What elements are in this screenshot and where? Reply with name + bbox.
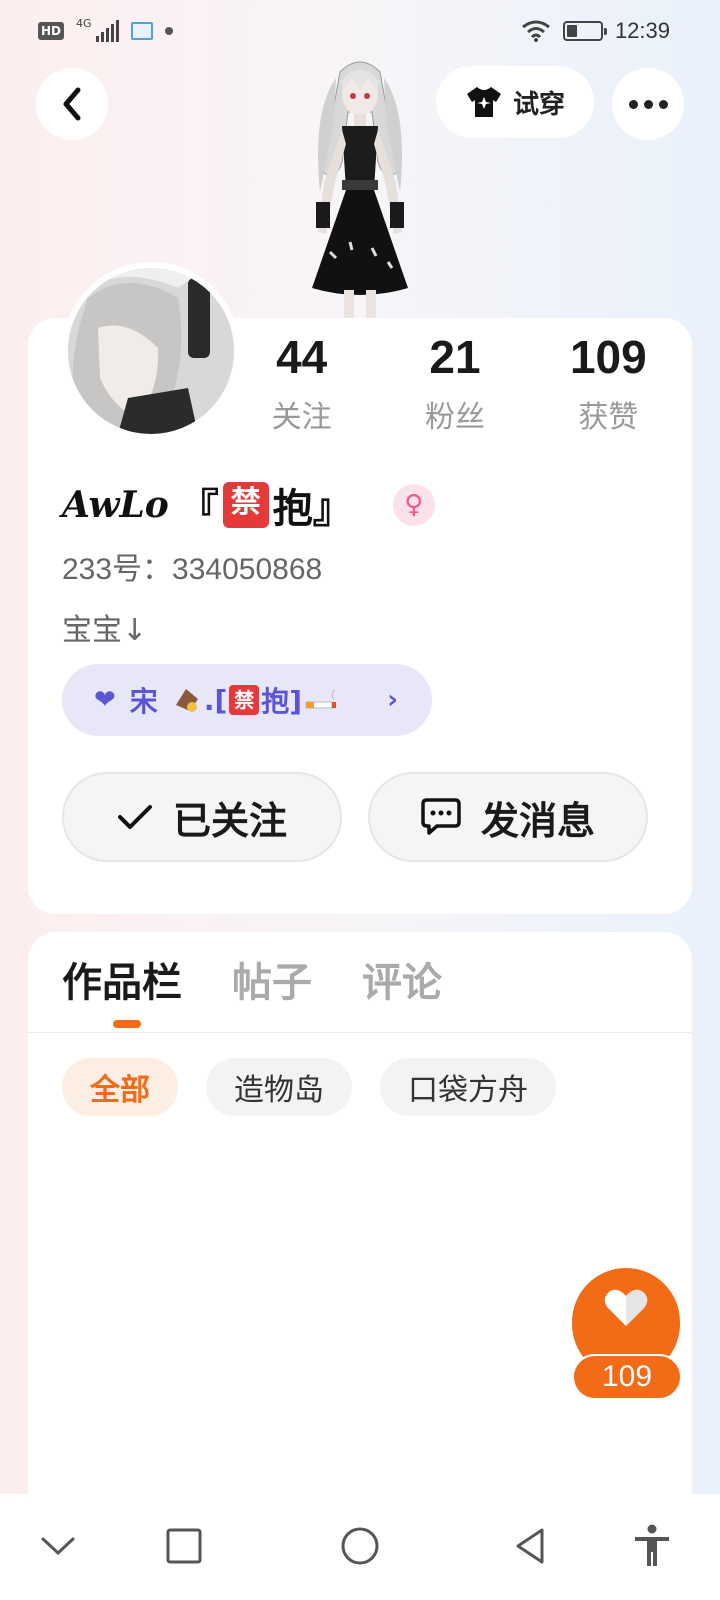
heart-icon: ❤ [94, 685, 116, 715]
circle-icon [341, 1527, 379, 1565]
user-id[interactable]: 233号：334050868 [62, 544, 322, 588]
username-row: AwLo 『 禁 抱』 ♀ [62, 476, 435, 534]
more-dot-icon [628, 99, 638, 109]
filter-creation-island[interactable]: 造物岛 [206, 1058, 352, 1116]
notification-dot-icon [164, 27, 173, 35]
active-tab-indicator [113, 1020, 141, 1028]
stat-likes[interactable]: 109 获赞 [532, 332, 685, 436]
signal-icon [95, 20, 119, 42]
ban-emoji-icon: 禁 [222, 482, 269, 528]
avatar[interactable] [62, 262, 240, 440]
stat-label: 获赞 [578, 400, 639, 435]
more-dot-icon [658, 99, 668, 109]
back-arrow-icon [63, 87, 81, 121]
tab-comments[interactable]: 评论 [362, 950, 442, 1008]
like-count[interactable]: 109 [572, 1354, 682, 1400]
filter-pocket-ark[interactable]: 口袋方舟 [380, 1058, 556, 1116]
guild-name-prefix: 宋 [129, 685, 158, 718]
status-right: 12:39 [521, 18, 670, 44]
heart-icon [604, 1289, 648, 1326]
nav-back-button[interactable] [502, 1518, 558, 1574]
stat-value: 44 [276, 331, 328, 383]
more-options-button[interactable] [612, 68, 684, 140]
status-left: HD 4G [38, 16, 173, 42]
followed-button[interactable]: 已关注 [62, 772, 342, 862]
username-tail: 抱』 [272, 486, 353, 532]
filter-chips: 全部 造物岛 口袋方舟 [62, 1058, 556, 1116]
user-bio: 宝宝↓ [62, 613, 148, 648]
accessibility-icon [635, 1524, 669, 1566]
triangle-back-icon [516, 1528, 544, 1564]
guild-name-mid: .[ [203, 683, 228, 717]
female-gender-icon: ♀ [392, 484, 435, 526]
username-suffix: 『 禁 抱』 [179, 476, 353, 534]
character-figure[interactable] [280, 52, 440, 320]
check-icon [117, 805, 152, 829]
chevron-down-icon [41, 1537, 75, 1556]
stat-label: 粉丝 [424, 400, 485, 435]
ban-emoji-icon: 禁 [229, 685, 260, 715]
username-bracket-open: 『 [178, 486, 219, 532]
followed-label: 已关注 [172, 798, 287, 843]
status-time: 12:39 [614, 18, 670, 43]
filter-all[interactable]: 全部 [62, 1058, 178, 1116]
tab-works[interactable]: 作品栏 [62, 950, 182, 1008]
character-figure-art [312, 61, 408, 320]
nav-home-button[interactable] [332, 1518, 388, 1574]
more-dot-icon [643, 99, 653, 109]
notification-app-icon [130, 22, 153, 40]
stat-following[interactable]: 44 关注 [225, 332, 378, 436]
try-on-button[interactable]: 试穿 [436, 66, 594, 138]
chevron-right-icon: › [387, 685, 398, 715]
cap-emoji-icon [175, 689, 198, 712]
battery-icon [562, 21, 607, 41]
battery-fill [566, 25, 577, 37]
send-message-button[interactable]: 发消息 [368, 772, 648, 862]
avatar-image [68, 268, 234, 434]
try-on-label: 试穿 [512, 89, 565, 120]
nav-recents-button[interactable] [156, 1518, 212, 1574]
stat-value: 109 [569, 331, 647, 383]
send-message-label: 发消息 [480, 798, 595, 843]
wifi-icon [522, 20, 550, 42]
profile-stats: 44 关注 21 粉丝 109 获赞 [225, 332, 685, 436]
hd-badge: HD [38, 22, 65, 40]
stat-label: 关注 [271, 400, 332, 435]
nav-collapse-button[interactable] [30, 1518, 86, 1574]
content-tabs: 作品栏 帖子 评论 [62, 950, 442, 1008]
tab-posts[interactable]: 帖子 [232, 950, 312, 1008]
cigarette-emoji-icon [305, 689, 337, 709]
chat-bubble-icon [421, 798, 461, 835]
stat-followers[interactable]: 21 粉丝 [378, 332, 531, 436]
tab-divider [28, 1032, 692, 1033]
guild-name-end: 抱] [261, 685, 303, 718]
username-script: AwLo [62, 484, 169, 526]
nav-accessibility-button[interactable] [624, 1518, 680, 1574]
guild-chip[interactable]: ❤ 宋 .[ 禁 抱] › [62, 664, 432, 736]
stat-value: 21 [429, 331, 481, 383]
system-nav-bar [0, 1494, 720, 1600]
square-icon [166, 1528, 202, 1564]
guild-name: .[ 禁 抱] [172, 680, 338, 720]
back-button[interactable] [36, 68, 108, 140]
shirt-icon [466, 87, 501, 117]
network-type: 4G [76, 16, 92, 30]
